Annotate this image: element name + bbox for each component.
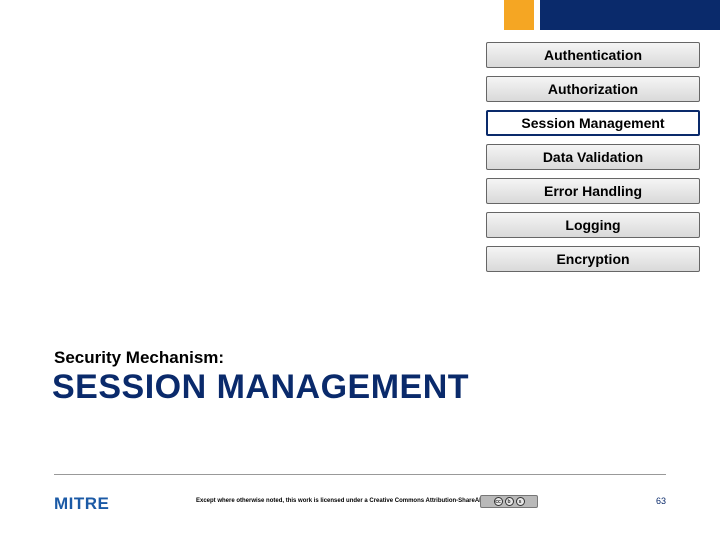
cc-badge-icon: cc b s (480, 495, 538, 508)
mitre-logo: MITRE (54, 494, 109, 514)
by-circle-icon: b (505, 497, 514, 506)
sa-circle-icon: s (516, 497, 525, 506)
category-item-authentication: Authentication (486, 42, 700, 68)
footer-divider (54, 474, 666, 475)
category-item-authorization: Authorization (486, 76, 700, 102)
category-item-error-handling: Error Handling (486, 178, 700, 204)
license-text: Except where otherwise noted, this work … (196, 498, 523, 504)
category-list: Authentication Authorization Session Man… (486, 42, 700, 280)
category-item-session-management: Session Management (486, 110, 700, 136)
header-blue-block (540, 0, 720, 30)
footer: MITRE Except where otherwise noted, this… (0, 494, 720, 534)
category-item-data-validation: Data Validation (486, 144, 700, 170)
cc-circle-icon: cc (494, 497, 503, 506)
slide-title: SESSION MANAGEMENT (52, 368, 469, 407)
category-item-logging: Logging (486, 212, 700, 238)
slide: Authentication Authorization Session Man… (0, 0, 720, 540)
slide-subtitle: Security Mechanism: (54, 348, 224, 368)
page-number: 63 (656, 496, 666, 506)
header-accent-block (504, 0, 534, 30)
category-item-encryption: Encryption (486, 246, 700, 272)
